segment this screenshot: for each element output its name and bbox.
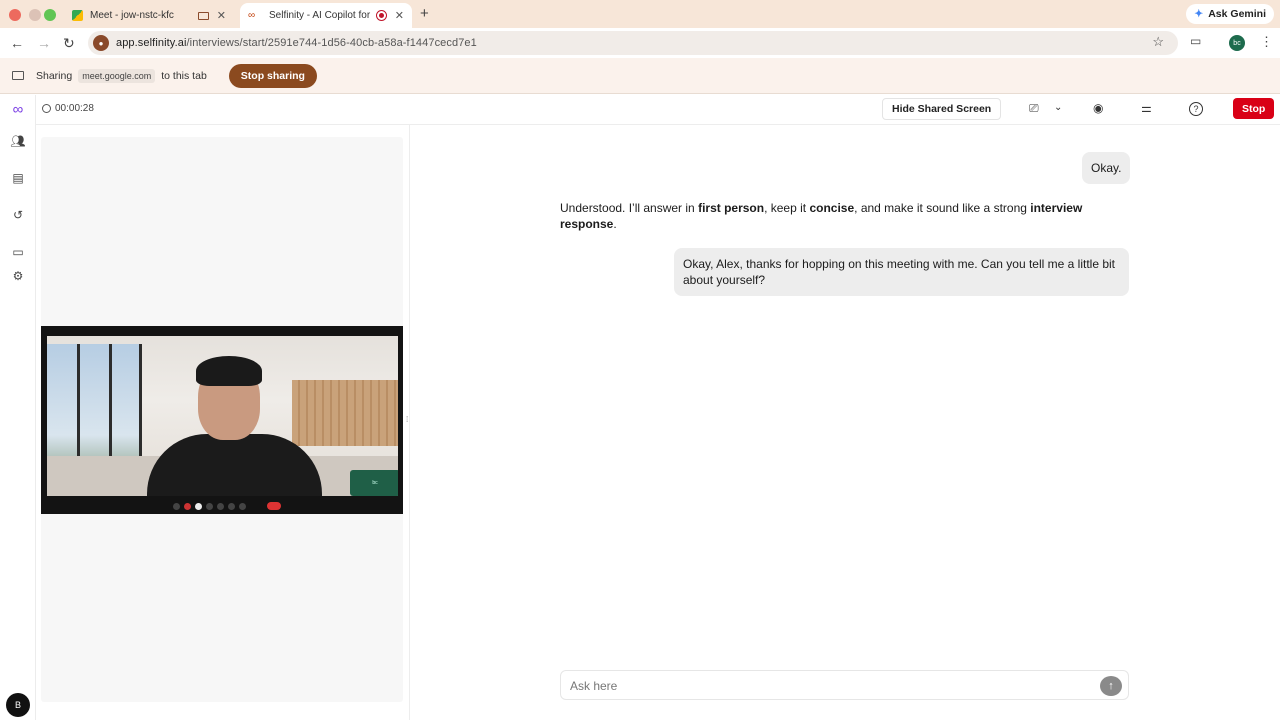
- star-icon[interactable]: ☆: [1152, 34, 1164, 50]
- chevron-down-icon[interactable]: ⌄: [1054, 102, 1062, 113]
- tab-recording-icon: [197, 11, 209, 20]
- panel-divider: [409, 125, 410, 720]
- user-message: Okay.: [1082, 152, 1131, 184]
- close-icon[interactable]: ✕: [395, 9, 404, 22]
- ai-emphasis: first person: [698, 201, 765, 215]
- timer-text: 00:00:28: [55, 103, 94, 114]
- selfinity-logo-icon: ∞: [248, 10, 256, 21]
- user-message: Okay, Alex, thanks for hopping on this m…: [674, 248, 1129, 296]
- sharing-prefix: Sharing: [36, 69, 73, 82]
- microphone-icon[interactable]: ●: [93, 35, 109, 51]
- shared-video: bc: [41, 326, 403, 514]
- close-icon[interactable]: ✕: [217, 9, 226, 22]
- url-host: app.selfinity.ai: [116, 37, 187, 49]
- browser-toolbar: ← → ↻ ● app.selfinity.ai/interviews/star…: [0, 28, 1280, 58]
- present-icon: [217, 503, 224, 510]
- gemini-sparkle-icon: ✦: [1194, 8, 1204, 20]
- shared-screen-panel: bc: [41, 137, 403, 702]
- ask-gemini-label: Ask Gemini: [1208, 8, 1266, 20]
- camera-icon[interactable]: ◉: [1093, 101, 1103, 115]
- stop-button[interactable]: Stop: [1233, 98, 1275, 119]
- end-call-icon: [267, 502, 281, 510]
- wood-wall: [292, 380, 398, 446]
- sharing-infobar: Sharing meet.google.com to this tab Stop…: [0, 58, 1280, 94]
- ai-text: , keep it: [764, 201, 810, 215]
- recording-icon: [375, 10, 387, 21]
- url-path: /interviews/start/2591e744-1d56-40cb-a58…: [186, 37, 477, 49]
- screen-share-icon[interactable]: ⎚: [1029, 101, 1039, 116]
- hand-icon: [228, 503, 235, 510]
- maximize-window-button[interactable]: [44, 9, 56, 21]
- card-icon[interactable]: ▭: [10, 244, 26, 260]
- tab-meet[interactable]: Meet - jow-nstc-kfc ✕: [64, 3, 234, 28]
- send-icon[interactable]: ↑: [1100, 676, 1122, 696]
- screen-share-icon: [12, 71, 24, 80]
- resize-handle[interactable]: ⁞: [406, 415, 408, 424]
- sharing-site-chip: meet.google.com: [78, 68, 156, 83]
- meet-controls: [41, 500, 403, 512]
- address-bar[interactable]: ● app.selfinity.ai/interviews/start/2591…: [88, 31, 1178, 55]
- camera-icon: [184, 503, 191, 510]
- session-timer: 00:00:28: [42, 103, 94, 114]
- ai-text: Understood. I’ll answer in: [560, 201, 699, 215]
- ask-input-box: ↑: [560, 670, 1129, 700]
- clock-icon: [42, 104, 51, 113]
- close-window-button[interactable]: [9, 9, 21, 21]
- video-feed: bc: [47, 336, 398, 496]
- new-tab-button[interactable]: +: [420, 5, 429, 22]
- tab-selfinity-title: Selfinity - AI Copilot for In: [269, 10, 373, 21]
- menu-kebab-icon[interactable]: ⋮: [1260, 34, 1273, 50]
- cast-search-icon[interactable]: ▭: [1190, 34, 1201, 48]
- person-hair: [196, 356, 262, 386]
- help-icon[interactable]: ?: [1189, 102, 1203, 116]
- ai-response: Understood. I’ll answer in first person,…: [560, 200, 1120, 232]
- url-text: app.selfinity.ai/interviews/start/2591e7…: [116, 37, 477, 49]
- back-icon[interactable]: ←: [10, 34, 24, 52]
- app-header: 00:00:28 Hide Shared Screen ⎚ ⌄ ◉ ⚌ ? St…: [36, 95, 1280, 125]
- meet-icon: [72, 10, 83, 21]
- history-icon[interactable]: ↺: [10, 207, 26, 223]
- forward-icon[interactable]: →: [37, 34, 51, 52]
- emoji-icon: [206, 503, 213, 510]
- avatar[interactable]: B: [6, 693, 30, 717]
- ai-text: .: [613, 217, 617, 231]
- settings-sliders-icon[interactable]: ⚌: [1141, 101, 1152, 115]
- ai-emphasis: concise: [809, 201, 855, 215]
- more-icon: [239, 503, 246, 510]
- sharing-suffix: to this tab: [161, 69, 207, 82]
- ask-gemini-button[interactable]: ✦ Ask Gemini: [1186, 4, 1274, 24]
- ask-input[interactable]: [570, 677, 1090, 695]
- reload-icon[interactable]: ↻: [63, 34, 75, 52]
- profile-icon[interactable]: bc: [1229, 35, 1245, 51]
- tab-meet-title: Meet - jow-nstc-kfc: [90, 10, 174, 21]
- browser-tabstrip: Meet - jow-nstc-kfc ✕ ∞ Selfinity - AI C…: [0, 0, 1280, 28]
- ai-text: , and make it sound like a strong: [854, 201, 1031, 215]
- tab-selfinity[interactable]: ∞ Selfinity - AI Copilot for In ✕: [240, 3, 412, 28]
- hide-shared-screen-button[interactable]: Hide Shared Screen: [882, 98, 1002, 120]
- selfinity-logo-icon[interactable]: ∞: [6, 101, 30, 118]
- document-icon[interactable]: ▤: [10, 170, 26, 186]
- left-nav: ∞ 👥︎ ▤ ↺ ▭ ⚙ B: [0, 95, 36, 720]
- minimize-window-button[interactable]: [29, 9, 41, 21]
- self-view-tile: bc: [350, 470, 398, 496]
- users-icon[interactable]: 👥︎: [10, 133, 26, 149]
- gear-icon[interactable]: ⚙: [10, 268, 26, 284]
- app-root: ∞ 👥︎ ▤ ↺ ▭ ⚙ B 00:00:28 Hide Shared Scre…: [0, 95, 1280, 720]
- mic-icon: [173, 503, 180, 510]
- caption-icon: [195, 503, 202, 510]
- stop-sharing-button[interactable]: Stop sharing: [228, 63, 317, 88]
